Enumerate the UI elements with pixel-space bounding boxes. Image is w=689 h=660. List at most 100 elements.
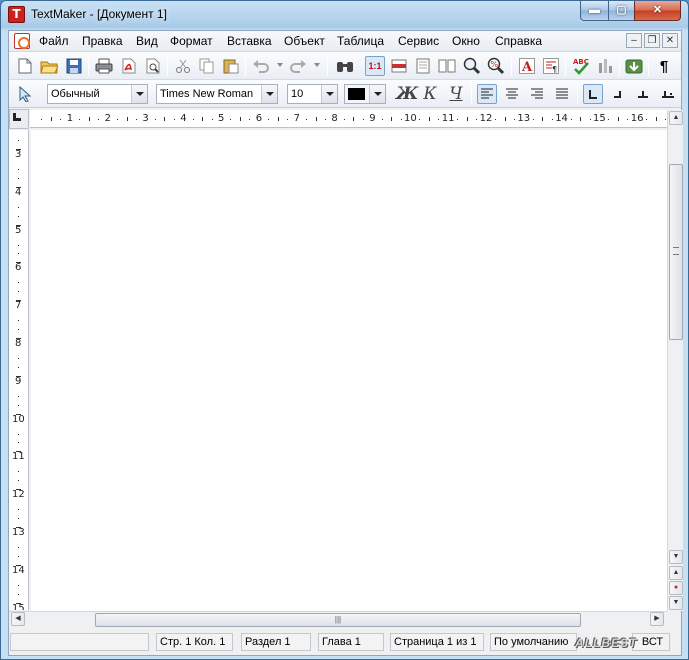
mdi-restore-button[interactable]: ❐ <box>644 33 660 48</box>
tab-center-icon[interactable] <box>633 84 653 104</box>
italic-button[interactable]: К <box>420 85 440 103</box>
tab-type-selector[interactable] <box>9 109 29 129</box>
zoom-icon[interactable] <box>462 56 482 76</box>
copy-icon[interactable] <box>197 56 217 76</box>
ruler-tick <box>381 119 383 120</box>
scroll-right-button[interactable]: ▶ <box>650 612 664 626</box>
scroll-down-button[interactable]: ▼ <box>669 550 683 564</box>
ruler-number: 2 <box>104 113 111 124</box>
menu-tools[interactable]: Сервис <box>398 34 439 48</box>
menu-view[interactable]: Вид <box>136 34 158 48</box>
status-insert-mode[interactable]: ВСТ <box>632 633 670 651</box>
ruler-tick <box>18 291 19 293</box>
ruler-tick <box>428 117 430 121</box>
ruler-number: 5 <box>218 113 225 124</box>
menu-object[interactable]: Объект <box>284 34 325 48</box>
export-pdf-icon[interactable] <box>119 56 139 76</box>
font-family-select[interactable]: Times New Roman <box>156 84 278 104</box>
download-icon[interactable] <box>624 56 644 76</box>
next-page-button[interactable]: ▼ <box>669 596 683 610</box>
ruler-tick <box>88 117 90 121</box>
horizontal-scroll-thumb[interactable]: ||| <box>95 613 581 627</box>
menu-insert[interactable]: Вставка <box>227 34 272 48</box>
mdi-close-button[interactable]: ✕ <box>662 33 678 48</box>
menu-file[interactable]: Файл <box>39 34 69 48</box>
bold-button[interactable]: Ж <box>396 85 418 103</box>
maximize-button[interactable]: ▢ <box>608 1 635 21</box>
ruler-tick <box>438 119 440 120</box>
ruler-number: 10 <box>12 413 25 425</box>
cut-icon[interactable] <box>173 56 193 76</box>
mdi-minimize-button[interactable]: – <box>626 33 642 48</box>
chevron-down-icon[interactable] <box>369 85 385 103</box>
ruler-tick <box>239 117 241 121</box>
zoom-percent-icon[interactable]: % <box>486 56 506 76</box>
paragraph-style-icon[interactable]: ¶ <box>541 56 561 76</box>
zoom-1-1-icon[interactable]: 1:1 <box>365 56 385 76</box>
paste-icon[interactable] <box>221 56 241 76</box>
close-button[interactable]: ✕ <box>634 1 681 21</box>
spellcheck-icon[interactable]: ABC <box>571 56 591 76</box>
scroll-up-button[interactable]: ▲ <box>669 111 683 125</box>
ruler-tick <box>50 117 52 121</box>
chevron-down-icon[interactable] <box>131 85 147 103</box>
select-pointer-icon[interactable] <box>15 84 35 104</box>
paragraph-style-select[interactable]: Обычный <box>47 84 148 104</box>
menu-format[interactable]: Формат <box>170 34 213 48</box>
menu-window[interactable]: Окно <box>452 34 480 48</box>
vertical-scroll-thumb[interactable] <box>669 164 683 340</box>
horizontal-scrollbar[interactable]: ◀ ||| ▶ <box>9 611 667 627</box>
vertical-scrollbar[interactable]: ▲ ▼ ▲ ● ▼ <box>667 110 683 611</box>
tab-decimal-icon[interactable] <box>658 84 678 104</box>
minimize-button[interactable]: ▬ <box>580 1 609 21</box>
font-color-icon[interactable]: A <box>517 56 537 76</box>
horizontal-ruler[interactable]: 1 2 3 4 5 6 7 8 9 10 11 12 13 14 15 16 <box>30 110 667 128</box>
ruler-tick <box>16 602 21 604</box>
ruler-number: 8 <box>15 338 22 349</box>
open-folder-icon[interactable] <box>39 56 59 76</box>
underline-button[interactable]: Ч <box>446 85 466 103</box>
vertical-ruler[interactable]: 3 4 5 6 7 8 9 10 11 12 13 14 15 <box>9 130 29 610</box>
ruler-tick <box>202 117 204 121</box>
align-right-icon[interactable] <box>527 84 547 104</box>
text-color-select[interactable] <box>344 84 386 104</box>
font-size-select[interactable]: 10 <box>287 84 338 104</box>
document-menu-icon[interactable] <box>14 33 30 49</box>
ruler-number: 4 <box>15 186 22 198</box>
chevron-down-icon[interactable] <box>321 85 337 103</box>
format-toolbar: Обычный Times New Roman 10 Ж К Ч <box>9 80 681 108</box>
menu-table[interactable]: Таблица <box>337 34 384 48</box>
app-icon[interactable]: T <box>8 6 25 23</box>
ruler-number: 3 <box>15 149 22 160</box>
print-preview-icon[interactable] <box>143 56 163 76</box>
redo-dropdown-arrow[interactable] <box>314 63 320 67</box>
browse-object-button[interactable]: ● <box>669 581 683 595</box>
pilcrow-icon[interactable]: ¶ <box>654 56 674 76</box>
new-document-icon[interactable] <box>15 56 35 76</box>
print-icon[interactable] <box>94 56 114 76</box>
page-width-icon[interactable] <box>389 56 409 76</box>
align-center-icon[interactable] <box>502 84 522 104</box>
menu-help[interactable]: Справка <box>495 34 542 48</box>
align-left-icon[interactable] <box>477 84 497 104</box>
tools-icon[interactable] <box>595 56 615 76</box>
undo-dropdown-arrow[interactable] <box>277 63 283 67</box>
scroll-left-button[interactable]: ◀ <box>11 612 25 626</box>
chevron-down-icon[interactable] <box>261 85 277 103</box>
document-page[interactable] <box>31 130 667 611</box>
redo-icon[interactable] <box>288 56 308 76</box>
find-icon[interactable] <box>335 56 355 76</box>
ruler-number: 16 <box>630 113 644 124</box>
application-window: T TextMaker - [Документ 1] ▬ ▢ ✕ Файл Пр… <box>0 0 689 660</box>
save-icon[interactable] <box>64 56 84 76</box>
ruler-tick <box>18 282 19 284</box>
two-pages-icon[interactable] <box>437 56 457 76</box>
tab-left-icon[interactable] <box>583 84 603 104</box>
undo-icon[interactable] <box>251 56 271 76</box>
tab-right-icon[interactable] <box>608 84 628 104</box>
menu-edit[interactable]: Правка <box>82 34 123 48</box>
single-page-icon[interactable] <box>413 56 433 76</box>
align-justify-icon[interactable] <box>552 84 572 104</box>
title-bar[interactable]: T TextMaker - [Документ 1] ▬ ▢ ✕ <box>1 1 688 29</box>
previous-page-button[interactable]: ▲ <box>669 566 683 580</box>
